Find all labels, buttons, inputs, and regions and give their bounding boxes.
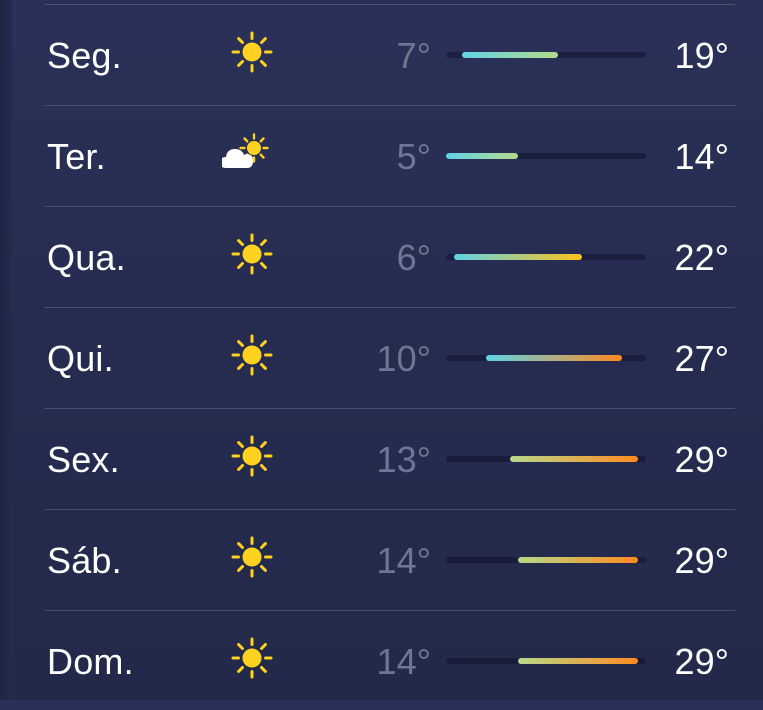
temperature-range-bar [446,658,646,664]
temperature-range-bar [446,52,646,58]
temperature-range-fill [486,355,622,361]
temperature-range-bar [446,254,646,260]
row-divider [45,610,735,611]
forecast-row[interactable]: Sex. 13° 29° [45,408,735,508]
forecast-row[interactable]: Ter. 5° 14° [45,105,735,205]
sun-icon [230,333,274,377]
temperature-range-fill [518,557,638,563]
row-divider [45,206,735,207]
sun-icon [230,30,274,74]
high-temperature: 27° [674,338,729,379]
low-temperature: 13° [376,439,431,480]
row-divider [45,509,735,510]
day-label: Ter. [47,136,106,177]
sun-icon [230,232,274,276]
high-temperature: 29° [674,540,729,581]
low-temperature: 7° [396,35,431,76]
row-divider [45,105,735,106]
high-temperature: 29° [674,439,729,480]
forecast-row[interactable]: Qui. 10° 27° [45,307,735,407]
temperature-range-fill [510,456,638,462]
high-temperature: 19° [674,35,729,76]
day-label: Sáb. [47,540,122,581]
partly-cloudy-icon [220,131,274,175]
forecast-row[interactable]: Qua. 6° 22° [45,206,735,306]
low-temperature: 5° [396,136,431,177]
low-temperature: 6° [396,237,431,278]
day-label: Qua. [47,237,126,278]
background-edge [0,0,12,700]
low-temperature: 14° [376,641,431,682]
low-temperature: 10° [376,338,431,379]
temperature-range-bar [446,153,646,159]
day-label: Qui. [47,338,114,379]
day-label: Dom. [47,641,134,682]
row-divider [45,408,735,409]
low-temperature: 14° [376,540,431,581]
ten-day-forecast-list[interactable]: Seg. 7° 19° Ter. 5° 14° Qua. 6° 22° Qui.… [45,0,735,700]
sun-icon [230,434,274,478]
forecast-row[interactable]: Seg. 7° 19° [45,4,735,104]
temperature-range-fill [454,254,582,260]
forecast-row[interactable]: Sáb. 14° 29° [45,509,735,609]
temperature-range-bar [446,355,646,361]
row-divider [45,307,735,308]
high-temperature: 22° [674,237,729,278]
high-temperature: 29° [674,641,729,682]
day-label: Seg. [47,35,122,76]
temperature-range-fill [518,658,638,664]
sun-icon [230,535,274,579]
temperature-range-fill [462,52,558,58]
temperature-range-bar [446,456,646,462]
temperature-range-bar [446,557,646,563]
sun-icon [230,636,274,680]
row-divider [45,4,735,5]
high-temperature: 14° [674,136,729,177]
temperature-range-fill [446,153,518,159]
forecast-row[interactable]: Dom. 14° 29° [45,610,735,710]
day-label: Sex. [47,439,120,480]
